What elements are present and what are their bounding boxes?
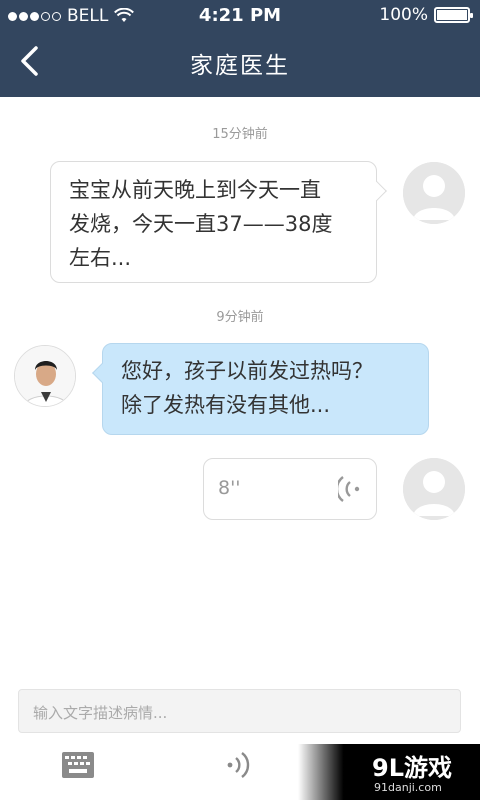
voice-input-icon[interactable] [224, 750, 250, 780]
voice-message-bubble[interactable]: 8'' [203, 458, 377, 520]
sound-wave-icon [338, 476, 360, 502]
watermark-logo: 9L游戏 [372, 754, 452, 782]
status-right: 100% [379, 5, 473, 25]
doctor-avatar[interactable] [14, 345, 76, 407]
message-timestamp: 15分钟前 [212, 127, 268, 142]
app-header: BELL 4:21 PM 100% 家庭医生 [0, 0, 480, 97]
user-placeholder-icon [403, 458, 465, 520]
message-timestamp: 9分钟前 [216, 310, 264, 325]
watermark: 9L游戏 91danji.com [298, 744, 480, 800]
user-message-bubble[interactable]: 宝宝从前天晚上到今天一直 发烧，今天一直37——38度 左右... [50, 161, 387, 283]
message-input[interactable]: 输入文字描述病情... [18, 689, 461, 733]
doctor-photo-icon [15, 346, 75, 406]
message-line: 除了发热有没有其他... [121, 393, 331, 417]
user-placeholder-icon [403, 162, 465, 224]
battery-percent: 100% [379, 5, 428, 25]
keyboard-icon[interactable] [62, 752, 94, 778]
message-line: 发烧，今天一直37——38度 [69, 212, 333, 236]
status-bar: BELL 4:21 PM 100% [0, 0, 480, 30]
message-line: 宝宝从前天晚上到今天一直 [69, 178, 321, 202]
user-avatar[interactable] [403, 458, 465, 520]
message-line: 您好，孩子以前发过热吗？ [121, 359, 373, 383]
voice-duration: 8'' [218, 477, 241, 499]
battery-icon [434, 7, 473, 23]
nav-bar: 家庭医生 [0, 30, 480, 97]
watermark-url: 91danji.com [374, 781, 442, 794]
message-line: 左右... [69, 246, 132, 270]
doctor-message-bubble[interactable]: 您好，孩子以前发过热吗？ 除了发热有没有其他... [92, 343, 429, 435]
user-avatar[interactable] [403, 162, 465, 224]
page-title: 家庭医生 [190, 53, 290, 79]
